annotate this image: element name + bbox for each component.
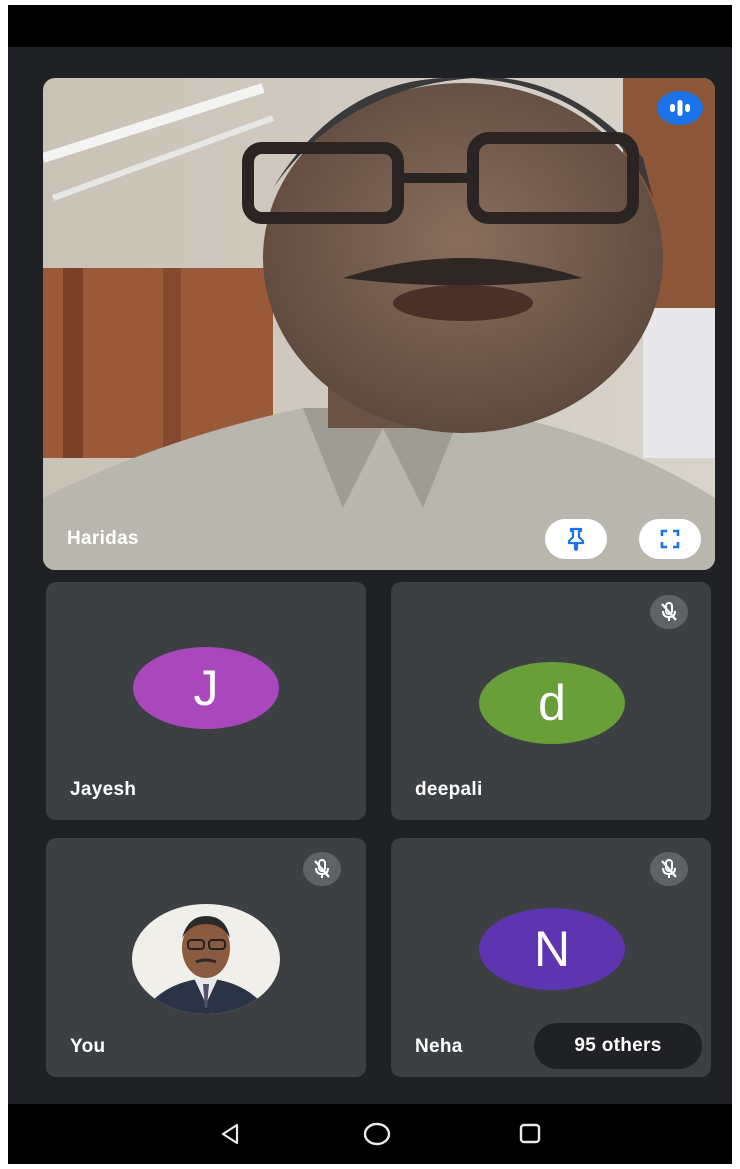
status-bar	[8, 5, 732, 47]
avatar-initial: J	[193, 660, 219, 716]
avatar-initial: N	[533, 921, 571, 977]
participant-tile-jayesh[interactable]: J Jayesh	[46, 582, 366, 820]
muted-badge	[650, 595, 688, 629]
participant-tile-deepali[interactable]: d deepali	[391, 582, 711, 820]
mic-off-icon	[314, 859, 330, 878]
participant-name: Jayesh	[70, 779, 137, 800]
participant-name: You	[70, 1036, 106, 1057]
audio-bars-icon	[670, 100, 690, 116]
home-circle-icon	[363, 1122, 391, 1146]
home-button[interactable]	[347, 1104, 407, 1164]
fullscreen-button[interactable]	[639, 519, 701, 559]
meeting-screen: Haridas J Jayesh d deepali You N Neha 95…	[8, 5, 732, 1164]
speaking-indicator	[657, 91, 703, 125]
pin-button[interactable]	[545, 519, 607, 559]
participant-tile-neha[interactable]: N Neha 95 others	[391, 838, 711, 1077]
avatar: d	[479, 662, 625, 744]
pin-icon	[567, 527, 585, 551]
system-navigation-bar	[8, 1104, 732, 1164]
recents-button[interactable]	[500, 1104, 560, 1164]
featured-video-frame	[43, 78, 715, 570]
avatar-photo	[132, 904, 280, 1014]
featured-video-tile[interactable]: Haridas	[43, 78, 715, 570]
avatar: J	[133, 647, 279, 729]
muted-badge	[650, 852, 688, 886]
featured-participant-name: Haridas	[67, 528, 139, 549]
participant-name: deepali	[415, 779, 483, 800]
back-button[interactable]	[200, 1104, 260, 1164]
others-count-button[interactable]: 95 others	[534, 1023, 702, 1069]
muted-badge	[303, 852, 341, 886]
fullscreen-icon	[660, 529, 680, 549]
mic-off-icon	[661, 602, 677, 621]
recents-square-icon	[519, 1123, 541, 1144]
avatar: N	[479, 908, 625, 990]
participant-tile-you[interactable]: You	[46, 838, 366, 1077]
avatar-initial: d	[538, 675, 566, 731]
mic-off-icon	[661, 859, 677, 878]
participant-name: Neha	[415, 1036, 463, 1057]
back-triangle-icon	[221, 1123, 239, 1145]
